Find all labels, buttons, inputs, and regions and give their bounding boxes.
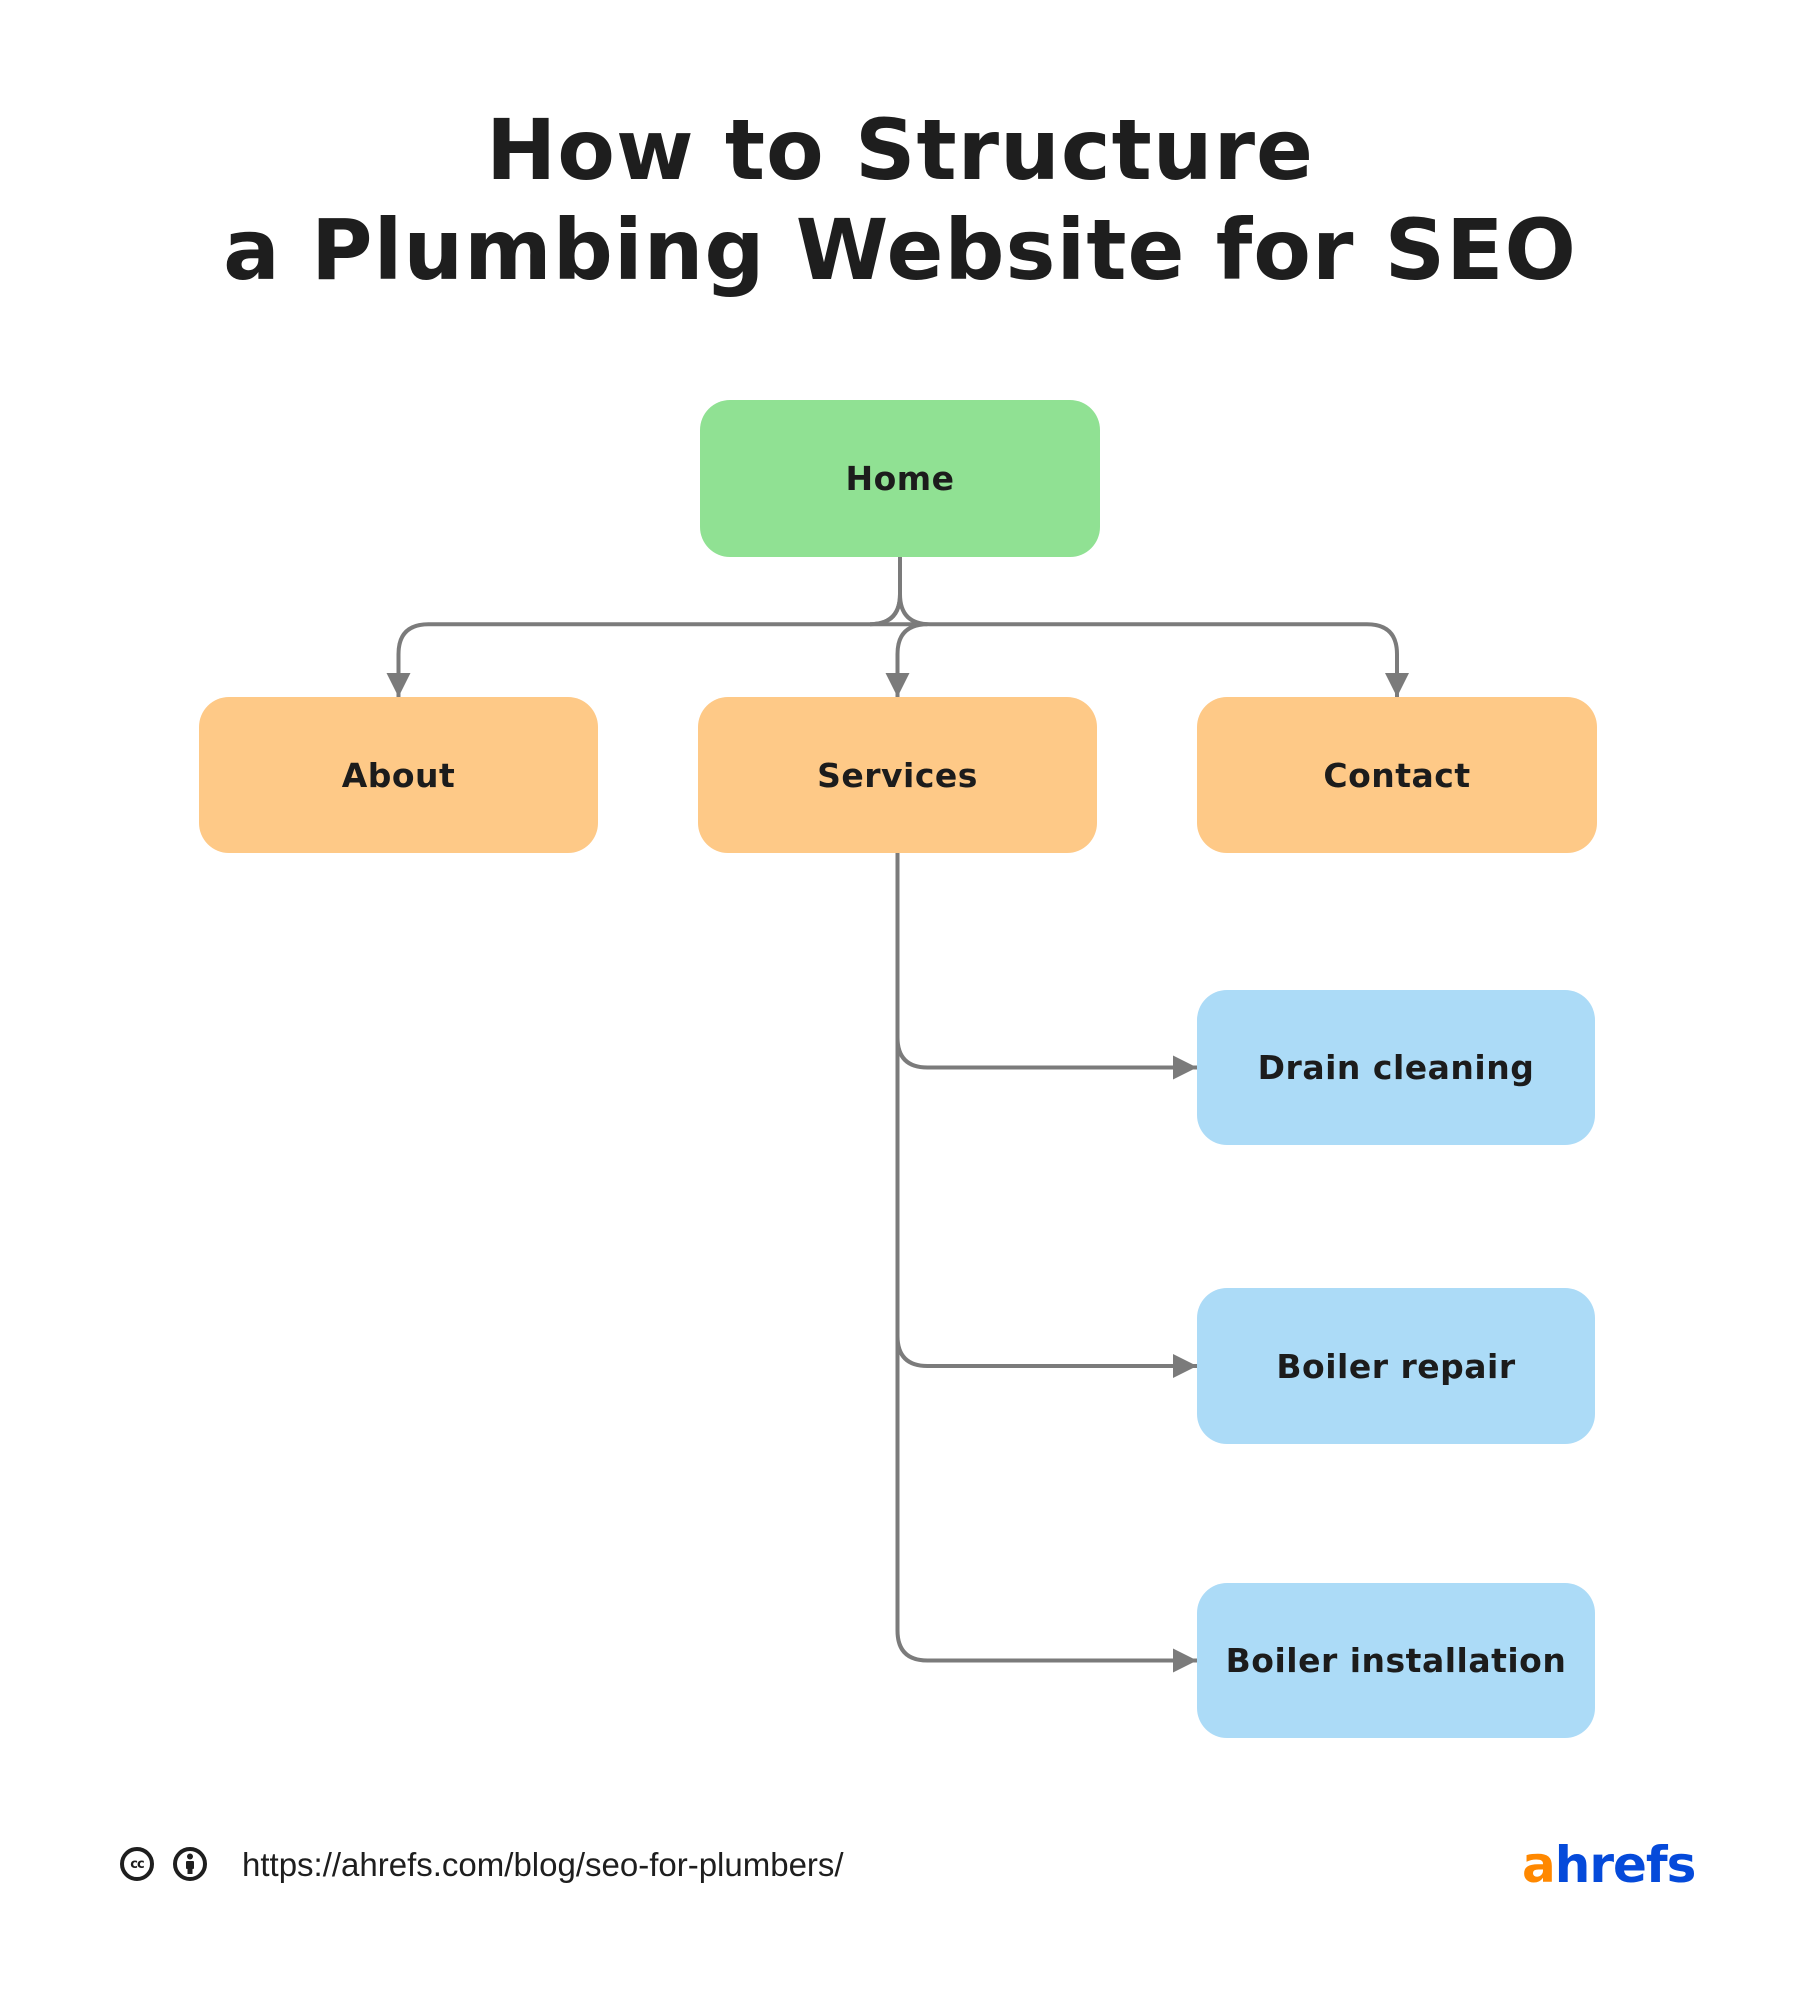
- creative-commons-icon: cc: [120, 1847, 154, 1881]
- node-services[interactable]: Services: [698, 697, 1097, 853]
- logo-part-hrefs: hrefs: [1554, 1836, 1697, 1894]
- node-drain-cleaning[interactable]: Drain cleaning: [1197, 990, 1595, 1145]
- node-boiler-repair-label: Boiler repair: [1276, 1346, 1516, 1386]
- edge-services-to-drain-cleaning: [895, 853, 1197, 1080]
- node-home[interactable]: Home: [700, 400, 1100, 557]
- edge-services-to-boiler-repair: [895, 853, 1197, 1378]
- edge-home-to-about: [386, 557, 902, 697]
- node-boiler-repair[interactable]: Boiler repair: [1197, 1288, 1595, 1444]
- attribution-icon: [173, 1847, 207, 1881]
- node-contact-label: Contact: [1323, 755, 1471, 795]
- node-services-label: Services: [817, 755, 978, 795]
- node-about[interactable]: About: [199, 697, 598, 853]
- logo-part-a: a: [1522, 1836, 1556, 1894]
- node-home-label: Home: [845, 459, 955, 498]
- node-contact[interactable]: Contact: [1197, 697, 1597, 853]
- ahrefs-logo[interactable]: ahrefs: [1522, 1836, 1697, 1894]
- source-url-link[interactable]: https://ahrefs.com/blog/seo-for-plumbers…: [242, 1846, 844, 1884]
- node-boiler-installation[interactable]: Boiler installation: [1197, 1583, 1595, 1738]
- edge-services-to-boiler-installation: [895, 853, 1197, 1673]
- node-drain-cleaning-label: Drain cleaning: [1257, 1048, 1535, 1087]
- edge-home-to-contact: [898, 557, 1409, 697]
- node-boiler-installation-label: Boiler installation: [1225, 1641, 1567, 1680]
- cc-icon-text: cc: [130, 1856, 144, 1872]
- node-about-label: About: [341, 755, 456, 795]
- person-icon: [186, 1853, 194, 1874]
